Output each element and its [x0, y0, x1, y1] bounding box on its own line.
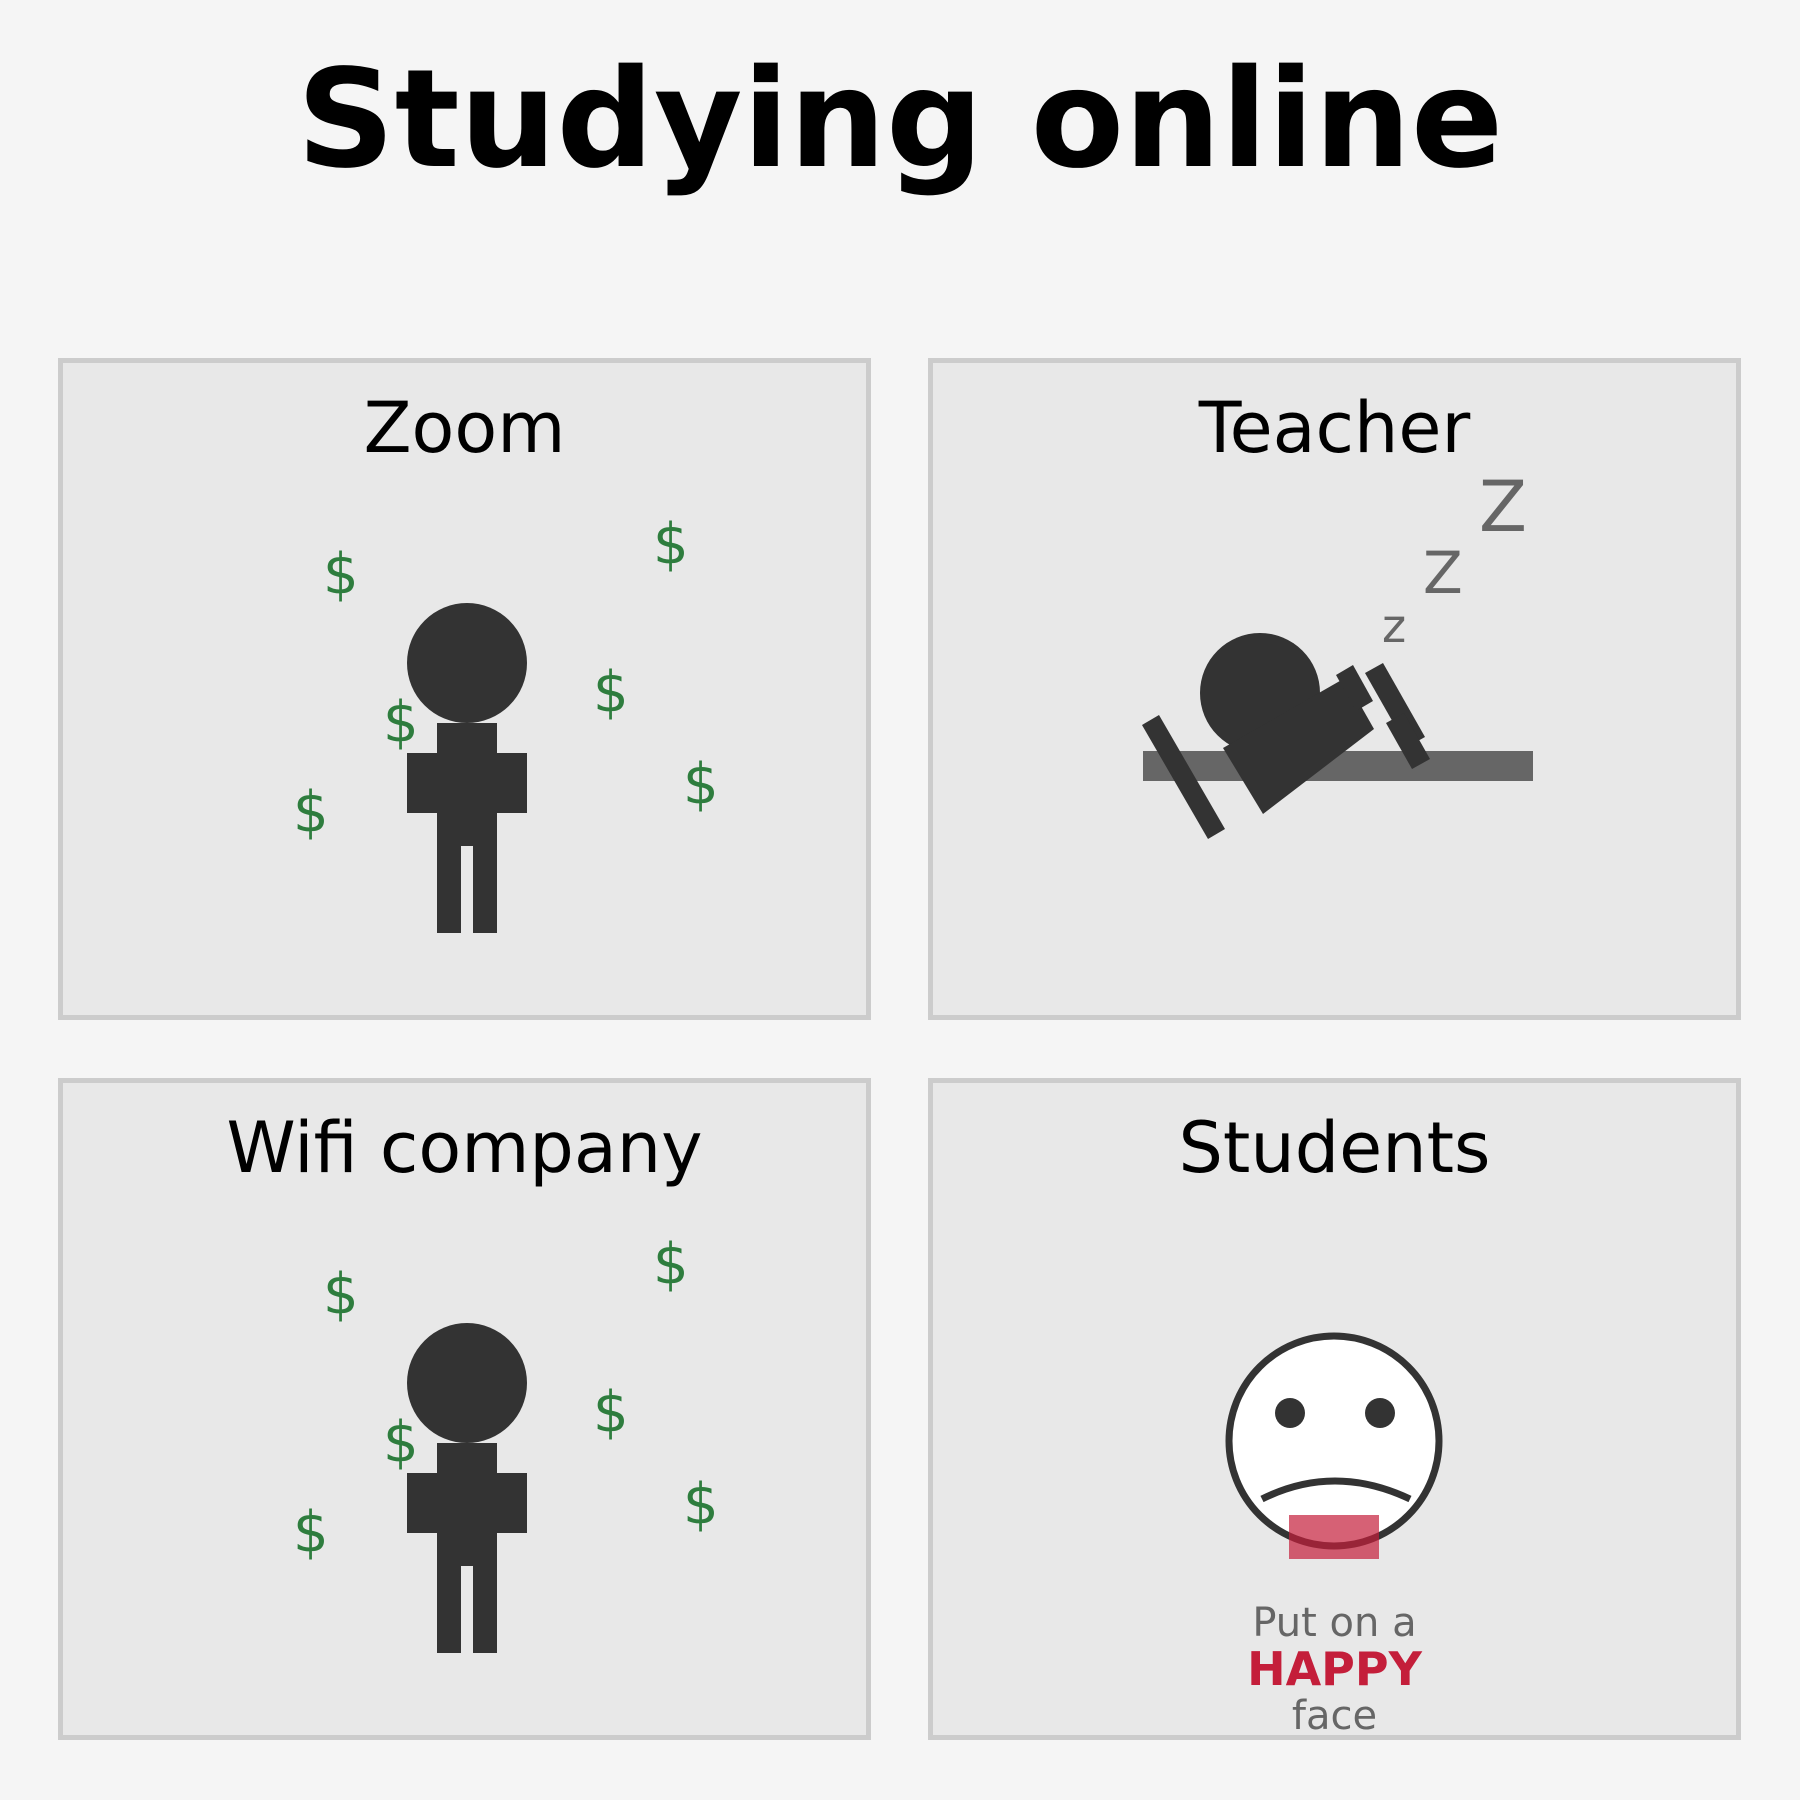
- person-neck: [437, 723, 497, 758]
- face-outline: [1225, 1332, 1443, 1550]
- dollar-icon: $: [683, 1472, 719, 1537]
- eye-left: [1275, 1398, 1305, 1428]
- dollar-icon: $: [293, 780, 329, 845]
- person-neck: [437, 1443, 497, 1478]
- person-head: [407, 603, 527, 723]
- dollar-icon: $: [293, 1500, 329, 1565]
- sleeping-person-icon: z Z Z: [1142, 466, 1533, 839]
- person-leg-right: [473, 1563, 497, 1653]
- comic-page: Studying online Zoom $ $ $ $ $ $ Teacher: [0, 0, 1800, 1800]
- panel-zoom: Zoom $ $ $ $ $ $: [58, 358, 871, 1020]
- dollar-icon: $: [683, 752, 719, 817]
- person-leg-right: [473, 843, 497, 933]
- caption-happy: HAPPY: [1247, 1642, 1422, 1696]
- person-hips: [437, 1531, 497, 1566]
- person-leg-left: [437, 1563, 461, 1653]
- person-hips: [437, 811, 497, 846]
- dollar-icon: $: [323, 1262, 359, 1327]
- dollar-icon: $: [593, 660, 629, 725]
- page-title: Studying online: [296, 41, 1504, 199]
- person-torso: [407, 753, 527, 813]
- person-torso: [407, 1473, 527, 1533]
- dollar-icon: $: [653, 1232, 689, 1297]
- dollar-icon: $: [323, 542, 359, 607]
- caption-line: Put on a: [1252, 1600, 1417, 1646]
- dollar-icon: $: [653, 512, 689, 577]
- person-leg-left: [437, 843, 461, 933]
- sleep-z-icon: Z: [1479, 466, 1527, 548]
- panel-teacher: Teacher z Z Z: [928, 358, 1741, 1020]
- dollar-icon: $: [383, 690, 419, 755]
- person-with-money-icon: $ $ $ $ $ $: [293, 512, 719, 933]
- person-with-money-icon: $ $ $ $ $ $: [293, 1232, 719, 1653]
- sleep-z-icon: Z: [1423, 539, 1463, 607]
- person-head: [407, 1323, 527, 1443]
- panel-students: Students Put on a HAPPY face: [928, 1078, 1741, 1740]
- tongue-shape: [1289, 1515, 1379, 1559]
- eye-right: [1365, 1398, 1395, 1428]
- panel-wifi-company: Wifi company $ $ $ $ $ $: [58, 1078, 871, 1740]
- dollar-icon: $: [593, 1380, 629, 1445]
- caption-line: face: [1291, 1693, 1378, 1739]
- dollar-icon: $: [383, 1410, 419, 1475]
- sleep-z-icon: z: [1382, 599, 1406, 653]
